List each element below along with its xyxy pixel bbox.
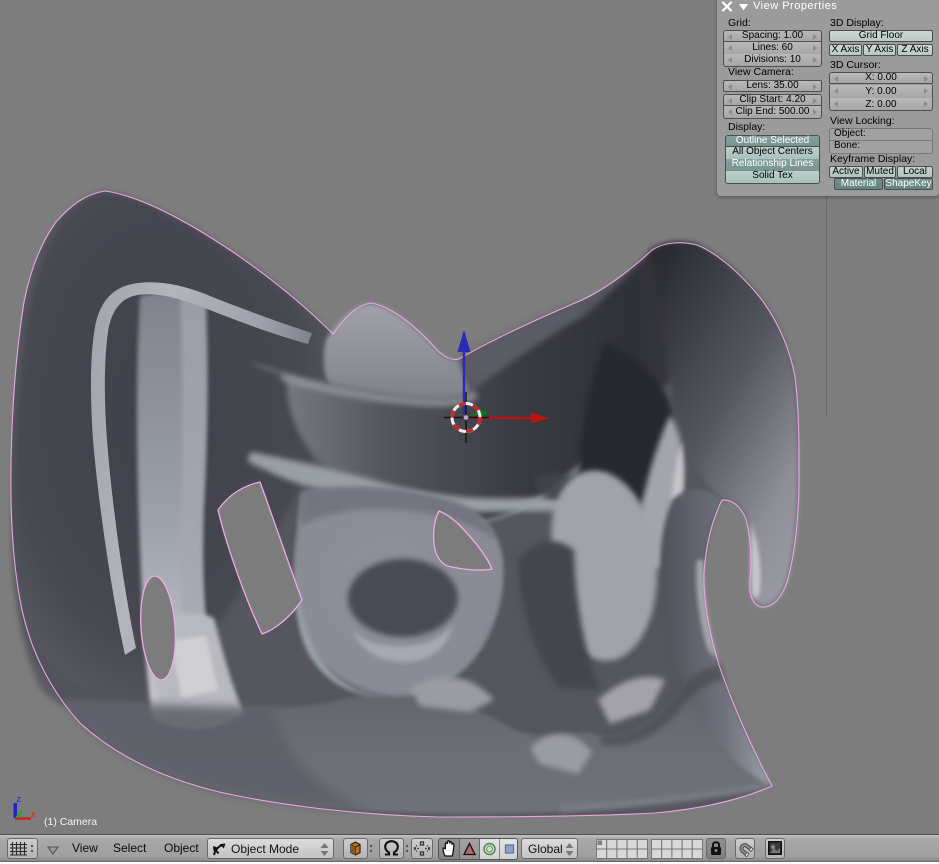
svg-text:z: z xyxy=(17,794,22,804)
svg-text:x: x xyxy=(31,809,36,819)
svg-text:(1) Camera: (1) Camera xyxy=(44,816,97,828)
